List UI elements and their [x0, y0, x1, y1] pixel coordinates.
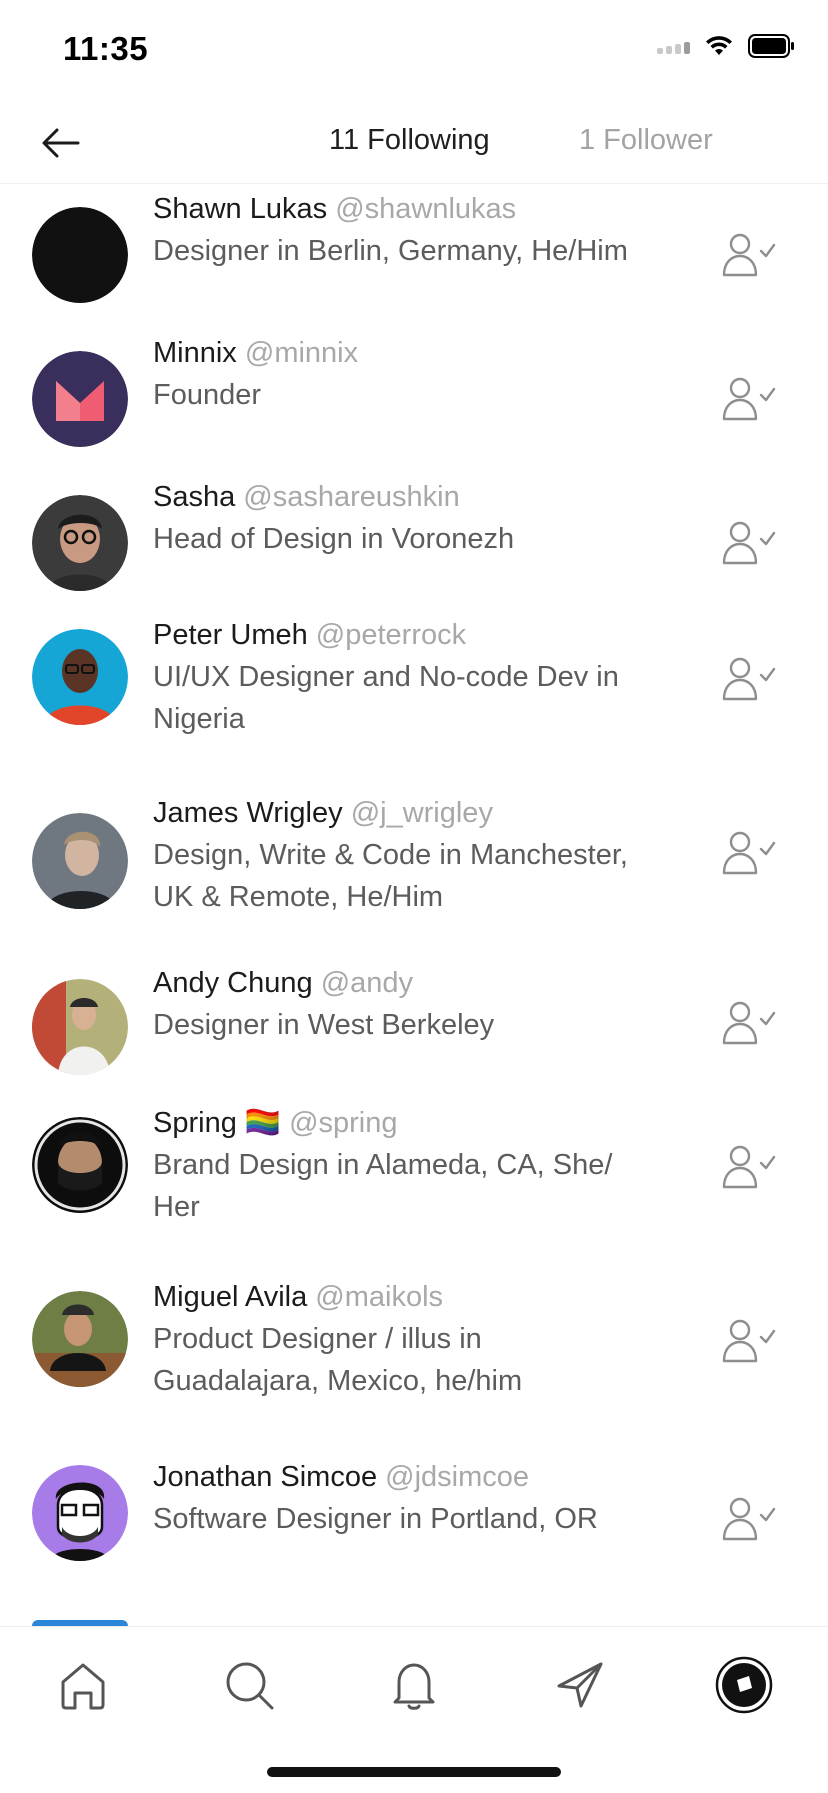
tab-home[interactable]	[54, 1656, 112, 1714]
back-button[interactable]	[36, 118, 86, 168]
tab-following[interactable]: 11 Following	[329, 124, 490, 157]
user-handle[interactable]: @jdsimcoe	[385, 1461, 529, 1493]
send-icon	[557, 1662, 603, 1708]
follow-header: 11 Following 1 Follower	[0, 100, 828, 184]
user-bio: Design, Write & Code in Manchester,	[153, 839, 628, 871]
battery-icon	[748, 34, 794, 58]
following-toggle-button[interactable]	[721, 1143, 777, 1195]
avatar[interactable]	[32, 629, 128, 725]
avatar[interactable]	[32, 207, 128, 303]
tab-messages[interactable]	[551, 1656, 609, 1714]
following-toggle-button[interactable]	[721, 1317, 777, 1369]
home-indicator	[267, 1767, 561, 1777]
user-check-icon	[722, 831, 776, 875]
tab-profile[interactable]	[715, 1656, 773, 1714]
signal-icon	[657, 38, 690, 54]
avatar[interactable]	[32, 1117, 128, 1213]
status-icons	[657, 34, 796, 58]
following-toggle-button[interactable]	[721, 519, 777, 571]
user-handle[interactable]: @andy	[321, 967, 413, 999]
user-bio: UK & Remote, He/Him	[153, 881, 444, 913]
status-time: 11:35	[63, 30, 149, 67]
status-bar: 11:35	[0, 0, 828, 100]
user-handle[interactable]: @peterrock	[316, 619, 466, 651]
avatar[interactable]	[32, 813, 128, 909]
following-toggle-button[interactable]	[721, 999, 777, 1051]
following-toggle-button[interactable]	[721, 1495, 777, 1547]
user-name[interactable]: Jonathan Simcoe	[153, 1461, 377, 1493]
avatar[interactable]	[32, 351, 128, 447]
user-handle[interactable]: @shawnlukas	[335, 193, 516, 225]
avatar[interactable]	[32, 979, 128, 1075]
user-name[interactable]: Minnix	[153, 337, 237, 369]
search-icon	[226, 1662, 274, 1710]
arrow-left-icon	[42, 128, 80, 158]
user-check-icon	[722, 1497, 776, 1541]
following-toggle-button[interactable]	[721, 231, 777, 283]
user-check-icon	[722, 233, 776, 277]
user-check-icon	[722, 1145, 776, 1189]
user-bio: Guadalajara, Mexico, he/him	[153, 1365, 523, 1397]
wifi-icon	[706, 36, 732, 55]
user-name[interactable]: Sasha	[153, 481, 235, 513]
user-check-icon	[722, 1319, 776, 1363]
bell-icon	[393, 1663, 435, 1710]
user-check-icon	[722, 377, 776, 421]
user-handle[interactable]: @maikols	[315, 1281, 443, 1313]
user-check-icon	[722, 657, 776, 701]
user-handle[interactable]: @minnix	[245, 337, 358, 369]
user-name[interactable]: Shawn Lukas	[153, 193, 327, 225]
user-bio: Her	[153, 1191, 200, 1223]
user-bio: Brand Design in Alameda, CA, She/	[153, 1149, 613, 1181]
user-bio: Designer in West Berkeley	[153, 1009, 495, 1041]
avatar[interactable]	[32, 495, 128, 591]
profile-avatar-icon	[715, 1656, 773, 1714]
user-bio: Nigeria	[153, 703, 245, 735]
user-handle[interactable]: @j_wrigley	[351, 797, 493, 829]
following-toggle-button[interactable]	[721, 829, 777, 881]
avatar[interactable]	[32, 1291, 128, 1387]
tab-search[interactable]	[220, 1656, 278, 1714]
home-icon	[61, 1663, 105, 1710]
tab-notifications[interactable]	[385, 1656, 443, 1714]
user-check-icon	[722, 521, 776, 565]
user-name[interactable]: Peter Umeh	[153, 619, 308, 651]
user-handle[interactable]: @sashareushkin	[243, 481, 459, 513]
user-bio: Head of Design in Voronezh	[153, 523, 515, 555]
user-bio: Founder	[153, 379, 262, 411]
following-toggle-button[interactable]	[721, 655, 777, 707]
bottom-tab-bar	[0, 1626, 828, 1793]
user-bio: Software Designer in Portland, OR	[153, 1503, 598, 1535]
user-name[interactable]: Miguel Avila	[153, 1281, 307, 1313]
following-toggle-button[interactable]	[721, 375, 777, 427]
user-check-icon	[722, 1001, 776, 1045]
user-name[interactable]: Andy Chung	[153, 967, 313, 999]
avatar[interactable]	[32, 1465, 128, 1561]
user-name[interactable]: Spring	[153, 1107, 237, 1139]
user-handle[interactable]: @spring	[289, 1107, 397, 1139]
user-bio: UI/UX Designer and No-code Dev in	[153, 661, 619, 693]
user-bio: Product Designer / illus in	[153, 1323, 482, 1355]
pride-flag-emoji: 🏳️‍🌈	[244, 1107, 281, 1139]
user-name[interactable]: James Wrigley	[153, 797, 343, 829]
tab-followers[interactable]: 1 Follower	[579, 124, 713, 157]
user-bio: Designer in Berlin, Germany, He/Him	[153, 235, 628, 267]
